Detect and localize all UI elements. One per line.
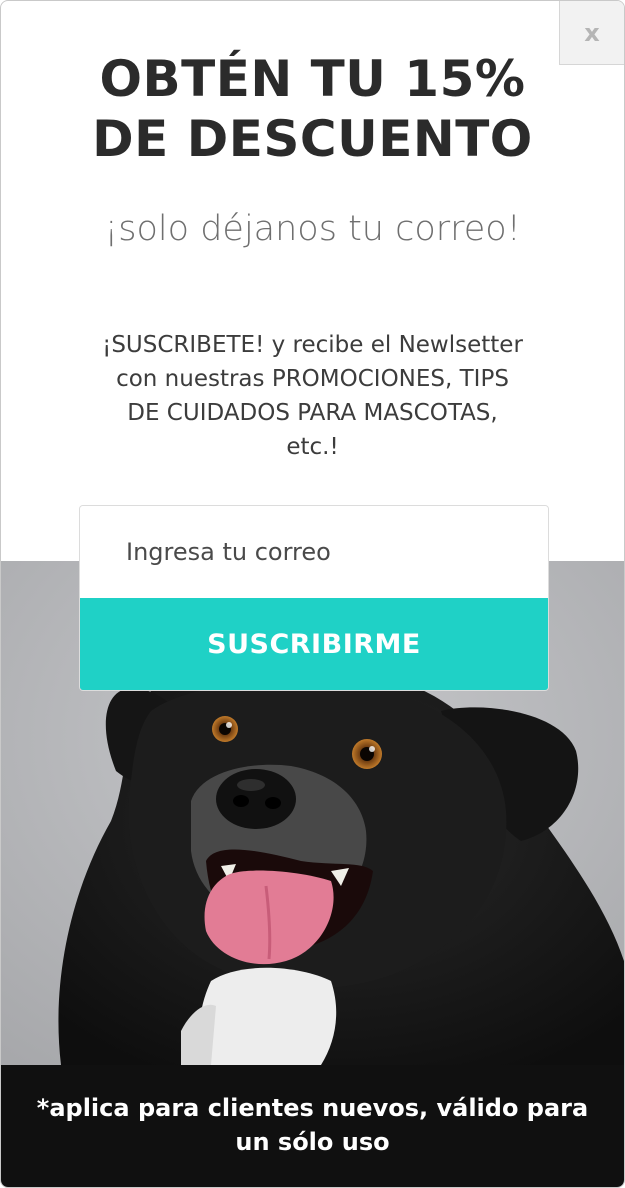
promo-description: ¡SUSCRIBETE! y recibe el Newlsetter con …: [56, 328, 569, 464]
subtitle: ¡solo déjanos tu correo!: [104, 209, 521, 249]
headline-line-2: DE DESCUENTO: [92, 110, 533, 168]
close-button[interactable]: x: [559, 1, 624, 65]
subscribe-form: SUSCRIBIRME: [80, 506, 548, 690]
promo-line-1: ¡SUSCRIBETE! y recibe el Newlsetter: [102, 332, 523, 358]
headline: OBTÉN TU 15% DE DESCUENTO: [1, 49, 624, 169]
email-input[interactable]: [80, 506, 548, 598]
promo-line-2: con nuestras PROMOCIONES, TIPS: [116, 366, 509, 392]
subscribe-popup: x OBTÉN TU 15% DE DESCUENTO ¡solo déjano…: [0, 0, 625, 1188]
promo-line-4: etc.!: [286, 434, 339, 460]
disclaimer-line-2: un sólo uso: [235, 1128, 390, 1156]
headline-line-1: OBTÉN TU 15%: [99, 50, 526, 108]
subscribe-button[interactable]: SUSCRIBIRME: [80, 598, 548, 690]
promo-line-3: DE CUIDADOS PARA MASCOTAS,: [127, 400, 498, 426]
disclaimer-footer: *aplica para clientes nuevos, válido par…: [1, 1065, 624, 1187]
disclaimer-line-1: *aplica para clientes nuevos, válido par…: [36, 1094, 589, 1122]
